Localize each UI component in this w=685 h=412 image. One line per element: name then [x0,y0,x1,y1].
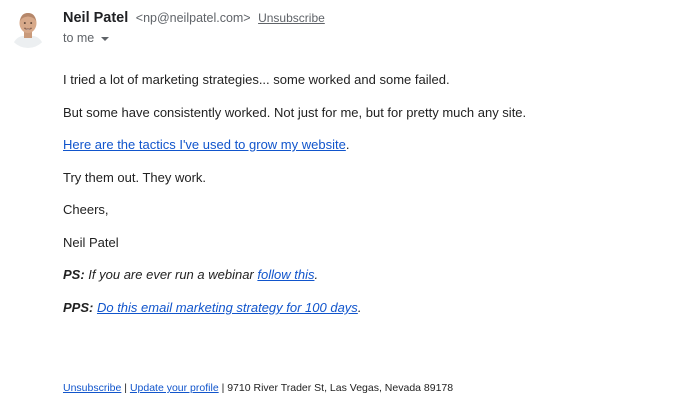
ps-end: . [314,267,319,282]
avatar-image [8,8,48,48]
footer-separator-1: | [121,382,130,394]
footer-address: 9710 River Trader St, Las Vegas, Nevada … [227,382,454,394]
pps-label: PPS: [63,300,94,315]
body-paragraph-4: Try them out. They work. [63,170,207,185]
pps-paragraph: PPS: Do this email marketing strategy fo… [63,300,361,315]
body-paragraph-5: Cheers, [63,202,109,217]
unsubscribe-header-link[interactable]: Unsubscribe [258,11,325,25]
pps-end: . [357,300,362,315]
ps-label: PS: [63,267,85,282]
sender-email: <np@neilpatel.com> [135,11,251,25]
ps-text: If you are ever run a webinar [84,267,258,282]
body-paragraph-2: But some have consistently worked. Not j… [63,105,527,120]
signature-name: Neil Patel [63,235,119,250]
footer-unsubscribe-link[interactable]: Unsubscribe [63,382,121,394]
footer-separator-2: | [218,382,228,394]
ps-paragraph: PS: If you are ever run a webinar follow… [63,267,318,282]
sender-name[interactable]: Neil Patel [63,10,128,26]
caret-down-icon[interactable] [101,36,110,41]
recipient-label: to me [63,31,95,45]
webinar-follow-link[interactable]: follow this [257,267,314,282]
body-paragraph-3: Here are the tactics I've used to grow m… [63,137,349,152]
sender-line: Neil Patel <np@neilpatel.com> Unsubscrib… [63,10,325,26]
paragraph-3-end: . [345,137,350,152]
tactics-link[interactable]: Here are the tactics I've used to grow m… [63,137,346,152]
email-strategy-link[interactable]: Do this email marketing strategy for 100… [97,300,358,315]
sender-avatar[interactable] [8,8,48,48]
body-paragraph-1: I tried a lot of marketing strategies...… [63,72,450,87]
update-profile-link[interactable]: Update your profile [130,382,219,394]
recipient-details-toggle[interactable]: to me [63,31,110,45]
email-footer: Unsubscribe | Update your profile | 9710… [63,382,453,394]
